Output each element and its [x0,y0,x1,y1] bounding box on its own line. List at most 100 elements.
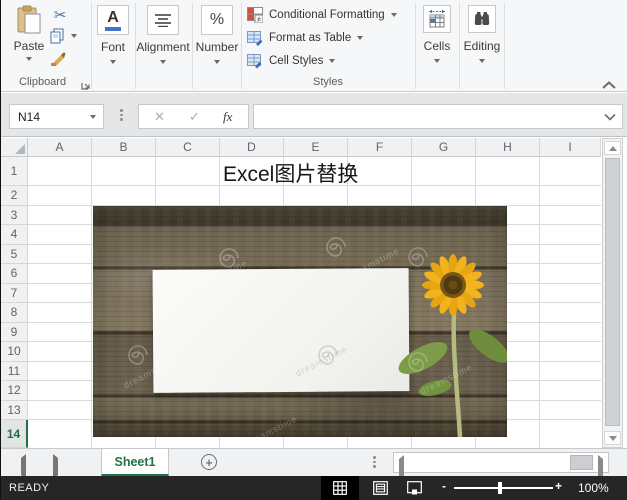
conditional-formatting-icon: ≠ [247,7,263,23]
column-header-H[interactable]: H [476,138,540,157]
paste-dropdown-arrow[interactable] [26,57,32,61]
zoom-out-button[interactable]: - [442,479,446,493]
row-header-4[interactable]: 4 [1,225,28,245]
formula-buttons: ✕ ✓ fx [138,104,249,129]
format-as-table-dropdown-arrow [357,36,363,40]
font-icon: A [105,10,121,31]
group-separator [415,3,416,89]
scroll-down-button[interactable] [604,431,621,445]
scroll-right-button[interactable] [598,459,603,477]
cell-styles-button[interactable]: Cell Styles [247,51,335,70]
name-box[interactable]: N14 [9,104,104,129]
font-group-button[interactable]: A Font [96,5,130,64]
scroll-left-button[interactable] [399,459,404,477]
scissors-icon: ✂ [54,7,67,24]
vertical-scrollbar[interactable] [602,138,623,448]
row-header-10[interactable]: 10 [1,342,28,362]
column-header-I[interactable]: I [540,138,601,157]
row-header-7[interactable]: 7 [1,284,28,304]
row-header-13[interactable]: 13 [1,401,28,421]
number-group-button[interactable]: % Number [200,5,234,64]
normal-view-button[interactable] [321,476,359,500]
percent-icon: % [201,5,233,35]
cut-button[interactable]: ✂ [50,6,70,24]
copy-button[interactable] [49,28,65,49]
next-sheet-button[interactable] [53,458,58,476]
page-break-preview-icon [407,481,422,495]
paste-label: Paste [14,39,45,53]
row-header-3[interactable]: 3 [1,206,28,226]
insert-function-button[interactable]: fx [223,109,232,125]
zoom-in-button[interactable]: + [555,479,562,493]
previous-sheet-button[interactable] [21,458,26,476]
group-separator [504,3,505,89]
alignment-group-button[interactable]: Alignment [146,5,180,64]
new-sheet-button[interactable]: + [201,454,217,470]
alignment-icon-box [147,5,179,35]
zoom-level[interactable]: 100% [578,481,609,495]
column-header-F[interactable]: F [348,138,412,157]
cells-group-button[interactable]: Cells [422,5,452,63]
row-header-9[interactable]: 9 [1,323,28,343]
select-all-corner[interactable] [1,138,28,157]
embedded-photo[interactable]: dreamstimedreamstimedreamstimedreamstime… [93,206,507,437]
row-headers: 1234567891011121314 [1,157,28,448]
format-as-table-button[interactable]: Format as Table [247,28,363,47]
row-header-11[interactable]: 11 [1,362,28,382]
copy-icon [49,28,65,44]
conditional-formatting-button[interactable]: ≠ Conditional Formatting [247,5,397,24]
row-header-5[interactable]: 5 [1,245,28,265]
horizontal-scrollbar[interactable] [393,452,609,473]
formula-bar: N14 ✕ ✓ fx [1,93,627,137]
excel-window: Paste ✂ Clipboard [0,0,627,500]
column-header-A[interactable]: A [28,138,92,157]
group-separator [91,3,92,89]
column-header-C[interactable]: C [156,138,220,157]
zoom-slider-track[interactable] [454,487,553,489]
status-mode: READY [9,482,49,494]
format-painter-button[interactable] [50,50,68,71]
column-header-G[interactable]: G [412,138,476,157]
select-all-triangle-icon [15,144,25,154]
worksheet-area[interactable]: Excel图片替换 [28,157,601,448]
vertical-scrollbar-thumb[interactable] [605,158,620,426]
zoom-slider-thumb[interactable] [498,482,502,494]
row-header-12[interactable]: 12 [1,381,28,401]
column-header-B[interactable]: B [92,138,156,157]
editing-group-button[interactable]: Editing [467,5,497,63]
editing-dropdown-arrow[interactable] [479,59,485,63]
paste-button[interactable]: Paste [10,5,48,61]
formula-bar-resize-handle[interactable] [120,109,123,121]
column-header-E[interactable]: E [284,138,348,157]
cell-styles-label: Cell Styles [269,55,323,67]
name-box-dropdown-arrow[interactable] [90,115,96,119]
row-header-6[interactable]: 6 [1,264,28,284]
sheet-tab-sheet1[interactable]: Sheet1 [101,449,169,476]
expand-formula-bar-chevron-icon[interactable] [604,113,616,121]
alignment-dropdown-arrow[interactable] [160,60,166,64]
align-lines-icon [154,13,172,27]
tab-bar-options-handle[interactable] [373,456,376,468]
enter-button[interactable]: ✓ [189,109,200,125]
number-dropdown-arrow[interactable] [214,60,220,64]
cancel-button[interactable]: ✕ [154,109,165,125]
formula-input[interactable] [253,104,623,129]
svg-text:≠: ≠ [257,16,261,23]
cells-dropdown-arrow[interactable] [434,59,440,63]
page-layout-view-button[interactable] [367,476,393,500]
row-header-8[interactable]: 8 [1,303,28,323]
collapse-ribbon-button[interactable] [602,77,620,89]
row-header-14[interactable]: 14 [1,420,28,448]
font-dropdown-arrow[interactable] [110,60,116,64]
name-box-value: N14 [18,110,40,124]
horizontal-scrollbar-thumb[interactable] [570,455,593,470]
row-header-2[interactable]: 2 [1,186,28,206]
row-header-1[interactable]: 1 [1,157,28,186]
column-header-D[interactable]: D [220,138,284,157]
chevron-up-icon [602,81,616,90]
clipboard-dialog-launcher[interactable] [81,77,91,87]
triangle-down-icon [609,436,617,441]
copy-dropdown-arrow[interactable] [71,34,77,38]
page-break-preview-button[interactable] [401,476,427,500]
scroll-up-button[interactable] [604,141,621,155]
